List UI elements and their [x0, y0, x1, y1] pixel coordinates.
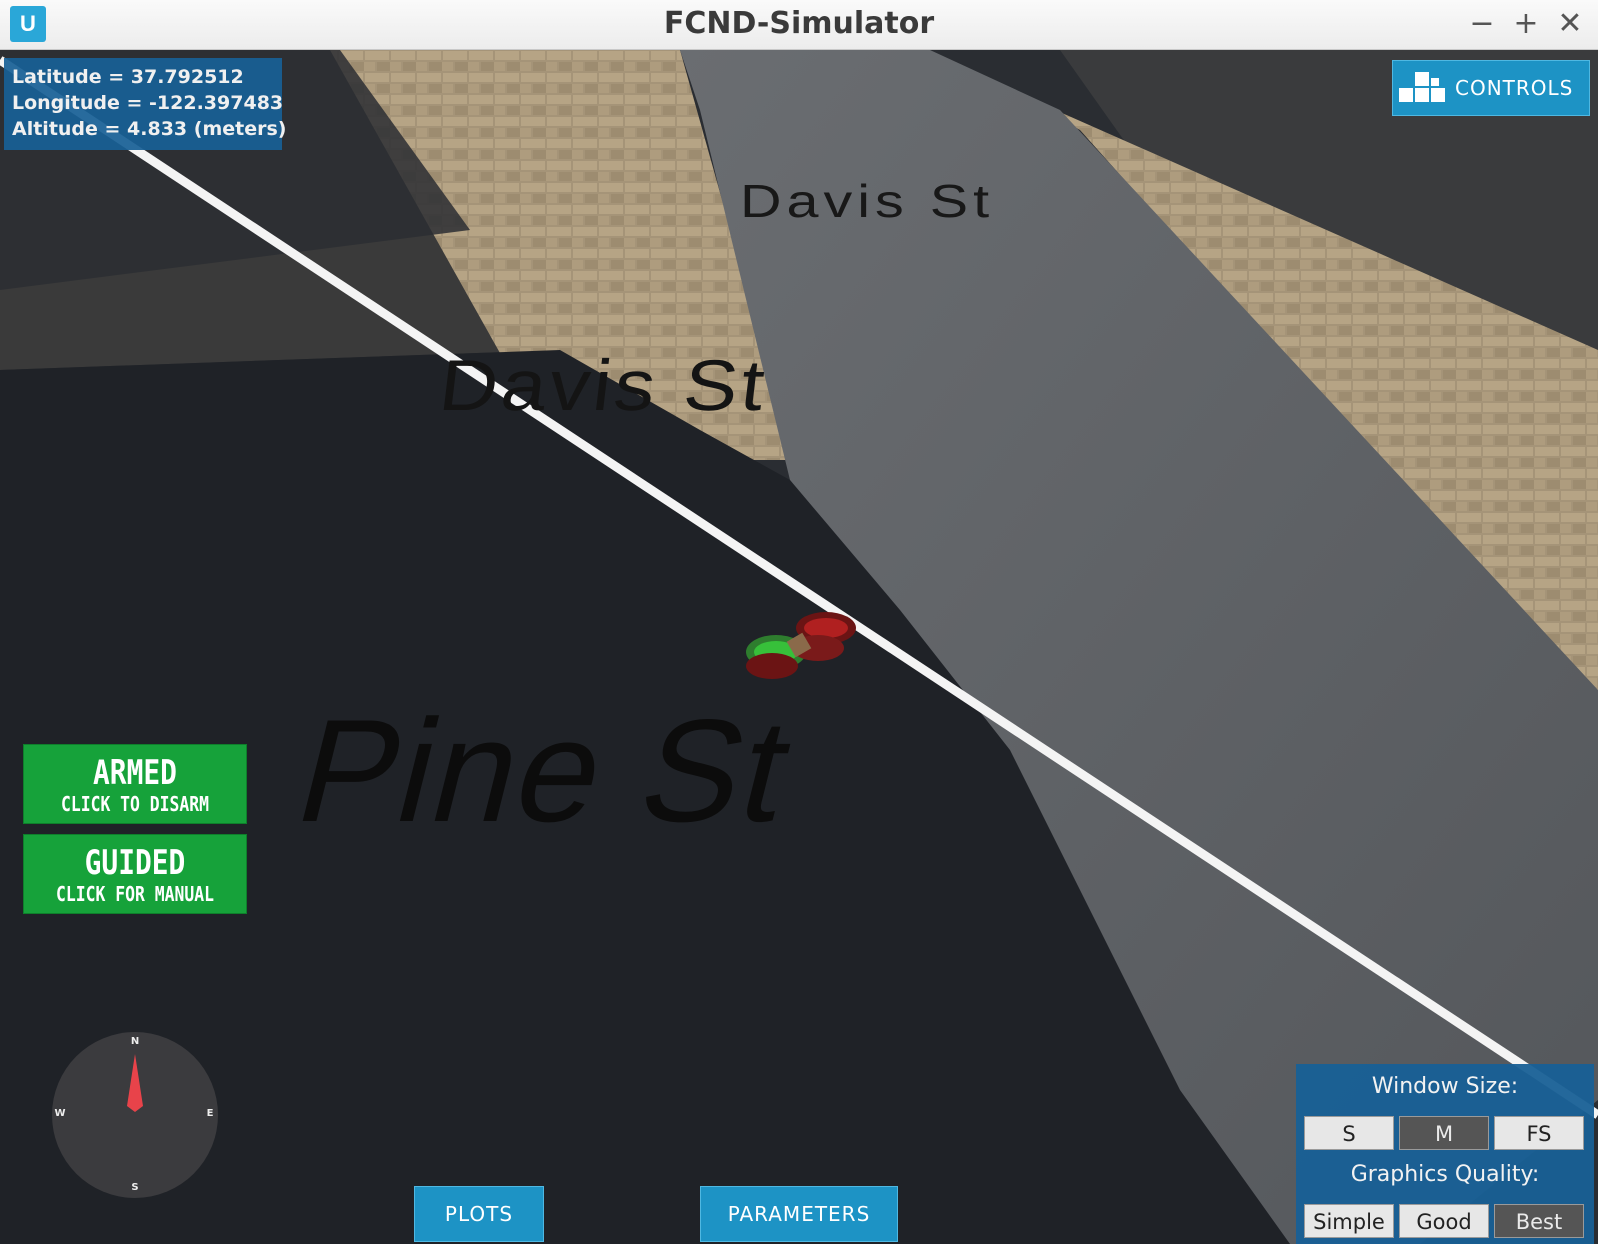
armed-sublabel: CLICK TO DISARM — [60, 792, 210, 816]
window-size-s-button[interactable]: S — [1304, 1116, 1394, 1150]
street-label-davis-near: Davis St — [435, 346, 772, 426]
guided-toggle-button[interactable]: GUIDED CLICK FOR MANUAL — [23, 834, 247, 914]
compass-east-label: E — [206, 1108, 214, 1119]
graphics-simple-button[interactable]: Simple — [1304, 1204, 1394, 1238]
altitude-readout: Altitude = 4.833 (meters) — [12, 118, 287, 140]
close-button[interactable]: ✕ — [1552, 6, 1588, 42]
graphics-best-button[interactable]: Best — [1494, 1204, 1584, 1238]
guided-label: GUIDED — [84, 843, 186, 883]
window-title: FCND-Simulator — [663, 6, 935, 41]
graphics-good-button[interactable]: Good — [1399, 1204, 1489, 1238]
armed-toggle-button[interactable]: ARMED CLICK TO DISARM — [23, 744, 247, 824]
window-size-label: Window Size: — [1371, 1074, 1519, 1099]
plots-button[interactable]: PLOTS — [414, 1186, 544, 1242]
controls-button[interactable]: CONTROLS — [1392, 60, 1590, 116]
controls-button-label: CONTROLS — [1455, 76, 1574, 100]
guided-sublabel: CLICK FOR MANUAL — [56, 882, 214, 906]
street-label-pine: Pine St — [283, 689, 809, 852]
title-bar: U FCND-Simulator − + ✕ — [0, 0, 1598, 50]
window-size-m-button[interactable]: M — [1399, 1116, 1489, 1150]
maximize-button[interactable]: + — [1508, 6, 1544, 42]
compass-south-label: S — [131, 1182, 139, 1193]
settings-panel: Window Size: S M FS Graphics Quality: Si… — [1296, 1064, 1594, 1244]
compass-west-label: W — [54, 1108, 66, 1119]
graphics-quality-label: Graphics Quality: — [1350, 1162, 1540, 1187]
latitude-readout: Latitude = 37.792512 — [12, 66, 244, 88]
parameters-button[interactable]: PARAMETERS — [700, 1186, 898, 1242]
longitude-readout: Longitude = -122.397483 — [12, 92, 284, 114]
simulator-window: U FCND-Simulator − + ✕ Davis St Davis St… — [0, 0, 1598, 1244]
telemetry-panel: Latitude = 37.792512 Longitude = -122.39… — [4, 58, 287, 150]
armed-label: ARMED — [93, 753, 177, 793]
compass-needle-icon — [127, 1054, 143, 1112]
window-size-fs-button[interactable]: FS — [1494, 1116, 1584, 1150]
street-label-davis-far: Davis St — [740, 175, 995, 227]
controls-blocks-icon — [1397, 70, 1447, 106]
compass-north-label: N — [130, 1036, 140, 1047]
minimize-button[interactable]: − — [1464, 6, 1500, 42]
compass: N S W E — [52, 1032, 218, 1198]
